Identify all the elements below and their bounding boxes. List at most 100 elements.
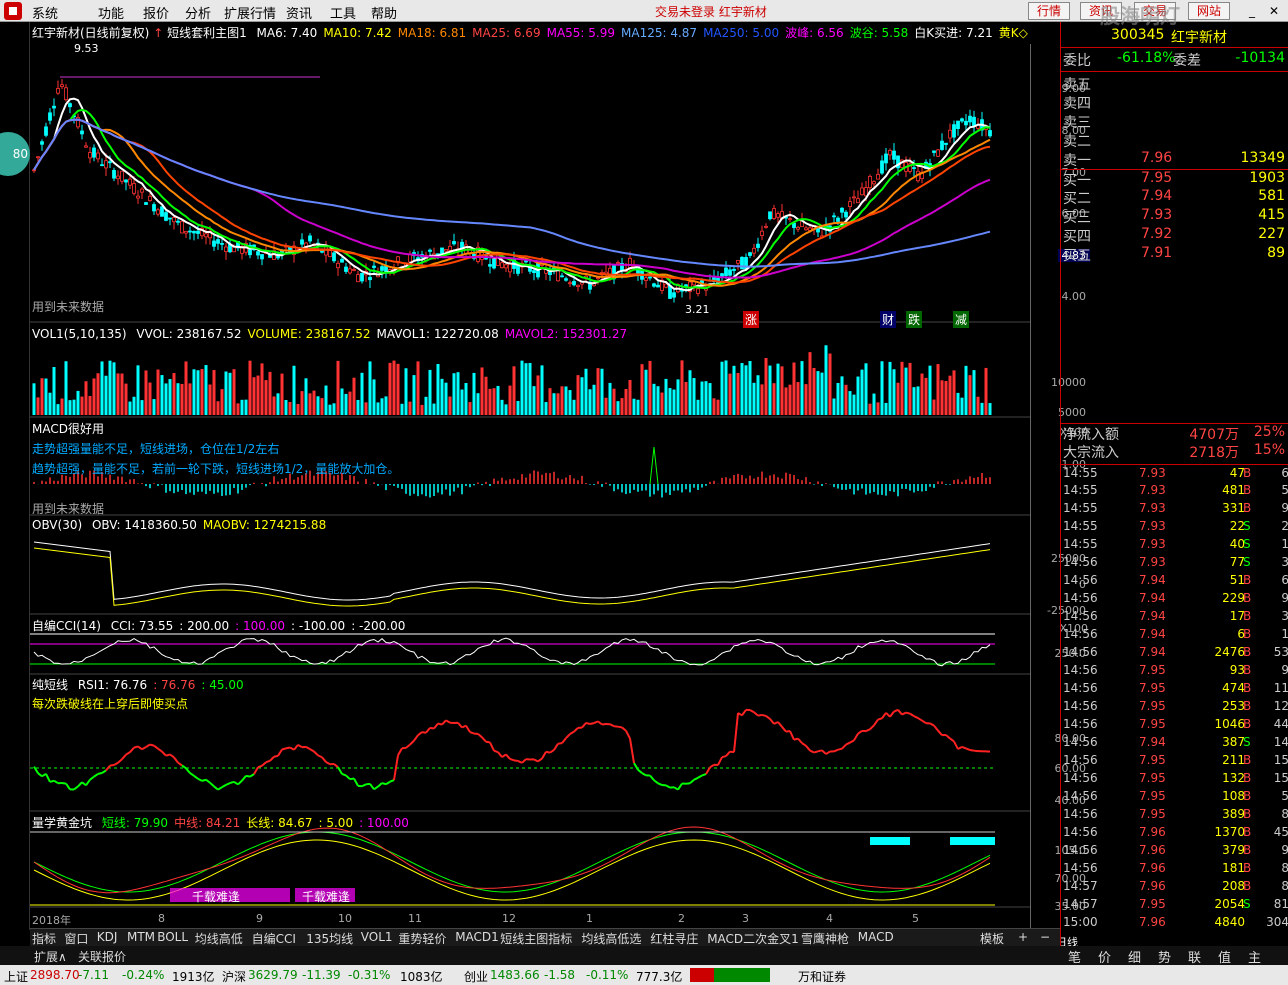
sell-level[interactable]: 卖四 [1061, 93, 1288, 112]
volume-bar [912, 387, 916, 415]
tick-row: 14:56 7.93 77 S 3 [1061, 554, 1288, 572]
menu-ext-quote[interactable]: 扩展行情 [224, 3, 276, 22]
hs-label[interactable]: 沪深 [222, 968, 246, 985]
indicator-tab[interactable]: MACD1 [455, 930, 499, 944]
volume-bar [776, 363, 780, 415]
template-tab[interactable]: 模板 [980, 930, 1004, 947]
indicator-tab[interactable]: 自编CCI [252, 930, 296, 947]
quote-tab[interactable]: 细 [1128, 947, 1141, 966]
tick-count: 6 [1281, 466, 1288, 480]
up-arrow-icon[interactable]: ↑ [153, 26, 167, 40]
buy-level[interactable]: 买二 7.94 581 [1061, 188, 1288, 207]
indicator-tab[interactable]: 均线高低选 [581, 930, 641, 947]
menu-system[interactable]: 系统 [32, 3, 58, 22]
volume-bar [876, 402, 880, 415]
volume-bar [232, 369, 236, 415]
quote-tab[interactable]: 主 [1248, 947, 1261, 966]
menu-function[interactable]: 功能 [98, 3, 124, 22]
menu-news[interactable]: 资讯 [286, 3, 312, 22]
add-icon[interactable]: + [1018, 930, 1028, 944]
rsi-segment [625, 730, 631, 740]
tick-count: 304 [1266, 915, 1288, 929]
tick-row: 14:56 7.96 1370 B 45 [1061, 824, 1288, 842]
indicator-tab[interactable]: 重势轻价 [398, 930, 446, 947]
quote-tab[interactable]: 势 [1158, 947, 1171, 966]
expand-tab[interactable]: 扩展∧ [34, 948, 67, 965]
sh-label[interactable]: 上证 [4, 968, 28, 985]
sell-level[interactable]: 卖一 7.96 13349 [1061, 150, 1288, 169]
indicator-tab[interactable]: 雪鹰神枪 [801, 930, 849, 947]
tick-time: 14:56 [1063, 753, 1098, 767]
candle-body [152, 204, 156, 212]
rsi-segment [45, 773, 51, 783]
indicator-tab[interactable]: 135均线 [306, 930, 353, 947]
tick-count: 44 [1273, 717, 1288, 731]
buy-level[interactable]: 买一 7.95 1903 [1061, 169, 1288, 189]
volume-bar [108, 360, 112, 415]
quote-tab[interactable]: 值 [1218, 947, 1231, 966]
tick-price: 7.94 [1139, 609, 1166, 623]
indicator-tab[interactable]: KDJ [97, 930, 118, 944]
sell-level[interactable]: 卖五 [1061, 74, 1288, 93]
indicator-tab[interactable]: MACD [858, 930, 894, 944]
indicator-tab[interactable]: 短线主图指标 [500, 930, 572, 947]
volume-bar [500, 399, 504, 415]
main-indicator[interactable]: 短线套利主图1 [167, 26, 247, 40]
rsi-values: RSI1: 76.76: 76.76: 45.00 [72, 678, 244, 692]
obv-title[interactable]: OBV(30) [32, 518, 82, 532]
indicator-tab[interactable]: MTM [127, 930, 155, 944]
candle-body [776, 213, 780, 218]
tick-time: 14:56 [1063, 681, 1098, 695]
indicator-tab[interactable]: 窗口 [64, 930, 88, 947]
vol-value: MAVOL1: 122720.08 [376, 327, 499, 341]
buy-level[interactable]: 买四 7.92 227 [1061, 226, 1288, 245]
minimize-icon[interactable]: _ [1244, 3, 1260, 19]
sell-level[interactable]: 卖三 [1061, 112, 1288, 131]
buy-level[interactable]: 买五 7.91 89 [1061, 245, 1288, 264]
buy-level[interactable]: 买三 7.93 415 [1061, 207, 1288, 226]
indicator-tab[interactable]: VOL1 [361, 930, 393, 944]
volume-bar [820, 372, 824, 415]
close-icon[interactable]: ✕ [1266, 3, 1282, 19]
website-button[interactable]: 网站 [1188, 2, 1231, 20]
quote-tab[interactable]: 价 [1098, 947, 1111, 966]
rsi-segment [673, 786, 679, 791]
menu-tools[interactable]: 工具 [330, 3, 356, 22]
indicator-tab[interactable]: BOLL [157, 930, 188, 944]
flow-amount: 4707万 [1189, 427, 1239, 443]
rsi-segment [505, 753, 511, 760]
menu-help[interactable]: 帮助 [371, 3, 397, 22]
macd-title[interactable]: MACD很好用 [32, 420, 104, 437]
gold-title[interactable]: 量学黄金坑 [32, 816, 92, 830]
macd-future-note: 用到未来数据 [32, 502, 105, 516]
cy-label[interactable]: 创业 [464, 968, 488, 985]
quote-button[interactable]: 行情 [1028, 2, 1071, 20]
rsi-segment [37, 772, 43, 778]
volume-bar [492, 388, 496, 415]
quote-tab[interactable]: 联 [1188, 947, 1201, 966]
indicator-tab[interactable]: 指标 [32, 930, 56, 947]
quote-tab[interactable]: 笔 [1068, 947, 1081, 966]
candle-body [156, 209, 160, 215]
rsi-segment [317, 754, 323, 759]
rsi-title[interactable]: 纯短线 [32, 678, 68, 692]
tick-row: 14:56 7.94 387 S 14 [1061, 734, 1288, 752]
chart-area[interactable]: 红宇新材(日线前复权) ↑ 短线套利主图1 MA6: 7.40 MA10: 7.4… [30, 22, 1090, 952]
rsi-segment [385, 780, 391, 786]
remove-icon[interactable]: − [1040, 930, 1050, 944]
volume-bar [256, 375, 260, 415]
tick-volume: 481 [1222, 483, 1245, 497]
indicator-tab[interactable]: 红柱寻庄 [650, 930, 698, 947]
indicator-tab[interactable]: 均线高低 [195, 930, 243, 947]
candle-body [308, 235, 312, 242]
volume-bar [568, 390, 572, 415]
menu-analysis[interactable]: 分析 [185, 3, 211, 22]
rsi-segment [177, 761, 183, 767]
score-circle[interactable]: 80 [0, 132, 30, 176]
sell-level[interactable]: 卖二 [1061, 131, 1288, 150]
related-quote-tab[interactable]: 关联报价 [78, 948, 126, 965]
indicator-tab[interactable]: MACD二次金叉1 [707, 930, 799, 947]
menu-quote[interactable]: 报价 [143, 3, 169, 22]
cci-title[interactable]: 自编CCI(14) [32, 619, 101, 633]
vol-title[interactable]: VOL1(5,10,135) [32, 327, 127, 341]
